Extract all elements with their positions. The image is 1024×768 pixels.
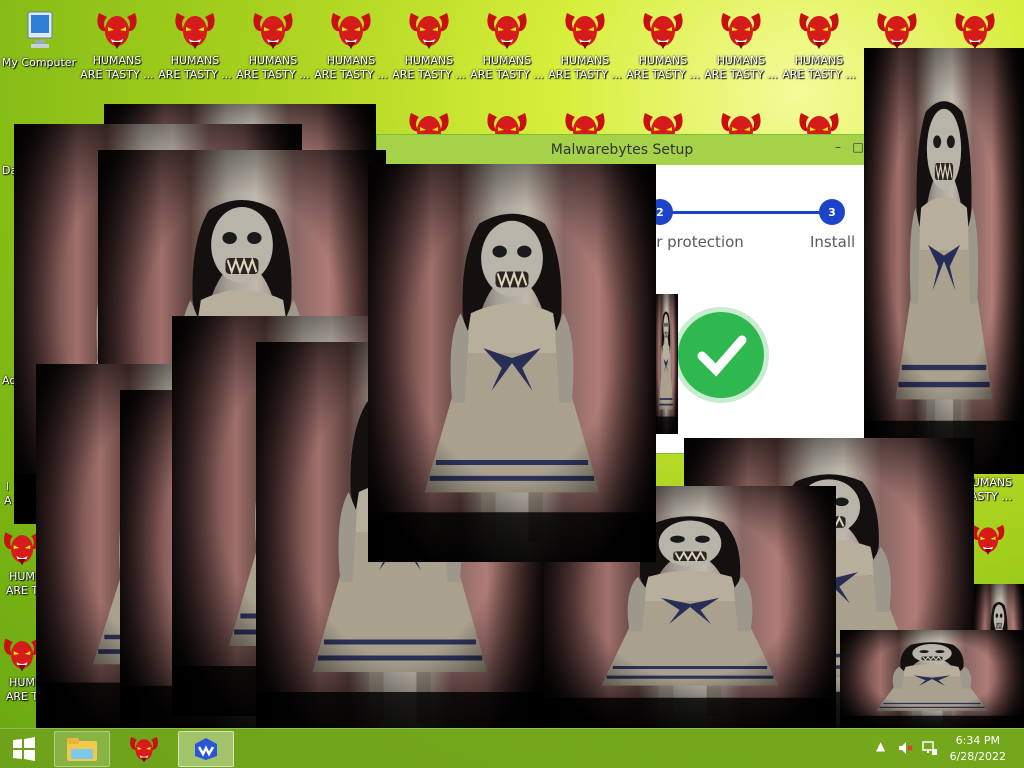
demon-icon [249, 8, 297, 52]
demon-shortcut[interactable]: HUMANS ARE TASTY ... [78, 8, 156, 84]
doll-popup-image[interactable] [654, 294, 678, 434]
step-3-label: Install [810, 233, 856, 251]
demon-taskbar-button[interactable] [116, 731, 172, 767]
demon-shortcut[interactable]: HUMANS ARE TASTY ... [390, 8, 468, 84]
demon-app-icon [127, 734, 161, 764]
demon-shortcut[interactable]: HUMANS ARE TASTY ... [624, 8, 702, 84]
progress-step-line [667, 211, 827, 214]
demon-icon [717, 8, 765, 52]
partial-icon-label: A [4, 494, 12, 507]
demon-icon [483, 8, 531, 52]
file-explorer-icon [67, 738, 97, 761]
system-clock[interactable]: 6:34 PM 6/28/2022 [950, 733, 1006, 765]
demon-icon [795, 8, 843, 52]
demon-icon [171, 8, 219, 52]
icon-label: ARE TASTY ... [548, 68, 622, 81]
icon-label: ARE TASTY ... [626, 68, 700, 81]
demon-icon [327, 8, 375, 52]
demon-icon [951, 8, 999, 52]
icon-label: HUMANS [638, 54, 688, 67]
demon-shortcut[interactable]: HUMANS ARE TASTY ... [234, 8, 312, 84]
success-checkmark-icon [673, 307, 769, 403]
window-titlebar[interactable]: Malwarebytes Setup – □ [377, 135, 867, 165]
icon-label: HUMANS [794, 54, 844, 67]
taskbar: ▲ 6:34 PM 6/28/2022 [0, 728, 1024, 768]
doll-popup-image[interactable] [864, 48, 1024, 474]
desktop: My Computer HUMANS ARE TASTY ... HUMANS … [0, 0, 1024, 728]
icon-label: ARE TASTY ... [80, 68, 154, 81]
icon-label: ARE TASTY ... [392, 68, 466, 81]
icon-label: ARE TASTY ... [236, 68, 310, 81]
clock-date: 6/28/2022 [949, 750, 1006, 763]
icon-label: ARE TASTY ... [782, 68, 856, 81]
my-computer-icon[interactable]: My Computer [0, 8, 78, 84]
step-2-label: er protection [647, 233, 744, 251]
demon-shortcut[interactable]: HUMANS ARE TASTY ... [546, 8, 624, 84]
file-explorer-taskbar-button[interactable] [54, 731, 110, 767]
demon-icon [873, 8, 921, 52]
step-3-badge: 3 [819, 199, 845, 225]
partial-icon-label: I [6, 480, 10, 493]
demon-icon [968, 520, 1008, 558]
window-title: Malwarebytes Setup [550, 142, 694, 158]
icon-label: HUMANS [248, 54, 298, 67]
icon-label: ARE TASTY ... [470, 68, 544, 81]
demon-shortcut[interactable]: HUMANS ARE TASTY ... [468, 8, 546, 84]
icon-label: ARE TASTY ... [314, 68, 388, 81]
demon-icon [93, 8, 141, 52]
network-icon[interactable] [922, 740, 938, 759]
demon-shortcut[interactable]: HUMANS ARE TASTY ... [702, 8, 780, 84]
my-computer-label: My Computer [1, 56, 77, 69]
start-button[interactable] [2, 731, 46, 767]
icon-label: ARE TASTY ... [158, 68, 232, 81]
minimize-button[interactable]: – [831, 141, 845, 155]
demon-shortcut[interactable]: HUMANS ARE TASTY ... [780, 8, 858, 84]
icon-label: HUMANS [560, 54, 610, 67]
demon-shortcut[interactable]: HUMANS ARE TASTY ... [312, 8, 390, 84]
icon-label: HUMANS [170, 54, 220, 67]
malwarebytes-icon [195, 738, 217, 760]
icon-label: HUMANS [92, 54, 142, 67]
malwarebytes-taskbar-button[interactable] [178, 731, 234, 767]
maximize-button[interactable]: □ [851, 141, 865, 155]
volume-muted-icon[interactable] [898, 740, 914, 759]
show-hidden-icons-arrow[interactable]: ▲ [876, 739, 885, 753]
demon-icon [405, 8, 453, 52]
windows-start-icon [13, 737, 35, 761]
icon-label: HUMANS [404, 54, 454, 67]
computer-icon [27, 11, 53, 48]
icon-label: HUMANS [716, 54, 766, 67]
icon-label: HUMANS [482, 54, 532, 67]
demon-shortcut[interactable]: HUMANS ARE TASTY ... [156, 8, 234, 84]
doll-popup-image[interactable] [840, 630, 1024, 728]
clock-time: 6:34 PM [955, 734, 1000, 747]
demon-icon [561, 8, 609, 52]
doll-popup-image[interactable] [368, 164, 656, 562]
icon-label: ARE TASTY ... [704, 68, 778, 81]
icon-label: HUMANS [326, 54, 376, 67]
demon-icon [639, 8, 687, 52]
